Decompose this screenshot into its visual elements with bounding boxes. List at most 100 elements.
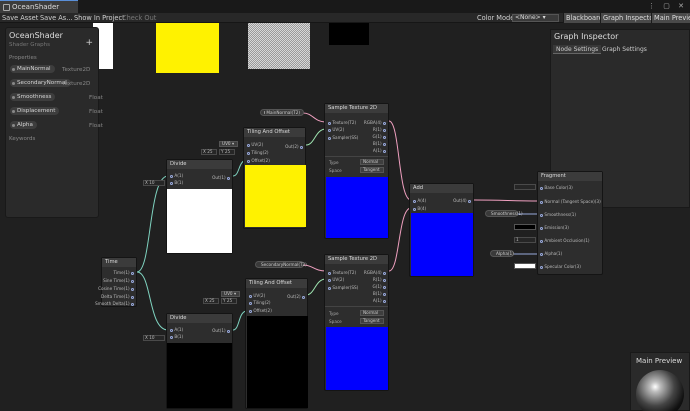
fragment-node[interactable]: Fragment Base Color(3) Normal (Tangent S… <box>537 171 603 275</box>
tiling-offset-node-top[interactable]: Tiling And Offset UV(2) Tiling(2) Offset… <box>243 127 306 229</box>
divide-node-top[interactable]: Divide A(1) B(1) Out(1) <box>166 159 233 254</box>
property-displacement[interactable]: Displacement <box>10 107 60 115</box>
type-select[interactable]: Normal <box>360 310 384 316</box>
port-offset[interactable]: Offset(2) <box>247 158 270 163</box>
port-out[interactable]: Out(2) <box>287 294 305 299</box>
port-dot-icon <box>328 278 331 282</box>
tab-oceanshader[interactable]: OceanShader <box>0 0 78 13</box>
port-a[interactable]: A(1) <box>170 173 183 178</box>
secondarynormal-property-pill[interactable]: SecondaryNormal(T2) <box>255 261 307 268</box>
type-select[interactable]: Normal <box>360 159 384 165</box>
sample-texture-node-bottom[interactable]: Sample Texture 2D Texture(T2) UV(2) Samp… <box>324 254 389 391</box>
port-r[interactable]: R(1) <box>373 127 386 132</box>
property-mainnormal[interactable]: MainNormal <box>10 65 55 73</box>
blackboard-toggle[interactable]: Blackboard <box>563 13 605 23</box>
port-r[interactable]: R(1) <box>373 277 386 282</box>
uv-channel-select[interactable]: UV0 ▾ <box>219 141 238 147</box>
tiling-x-input[interactable]: X 25 <box>203 298 219 304</box>
port-uv[interactable]: UV(2) <box>247 142 263 147</box>
tab-node-settings[interactable]: Node Settings <box>553 45 602 54</box>
port-rgba[interactable]: RGBA(4) <box>364 270 386 275</box>
port-label: Out(1) <box>212 175 226 180</box>
port-texture[interactable]: Texture(T2) <box>328 270 356 275</box>
main-preview-toggle[interactable]: Main Preview <box>651 13 690 23</box>
smoothness-property-pill[interactable]: Smoothness(1) <box>485 210 523 217</box>
port-offset[interactable]: Offset(2) <box>249 308 272 313</box>
show-in-project-button[interactable]: Show In Project <box>74 13 125 23</box>
time-node[interactable]: Time Time(1) Sine Time(1) Cosine Time(1)… <box>95 257 137 307</box>
divide-node-bottom[interactable]: Divide A(1) B(1) Out(1) <box>166 313 233 409</box>
mainnormal-property-pill[interactable]: MainNormal(T2) <box>260 109 304 116</box>
port-b[interactable]: B(1) <box>170 180 183 185</box>
color-mode-select[interactable]: <None> ▾ <box>512 14 559 22</box>
alpha-property-pill[interactable]: Alpha(1) <box>490 250 514 257</box>
space-select[interactable]: Tangent <box>360 167 384 173</box>
port-b[interactable]: B(4) <box>413 206 426 211</box>
port-sampler[interactable]: Sampler(SS) <box>328 285 358 290</box>
base-color-input[interactable] <box>514 184 536 190</box>
type-label: Type <box>329 311 339 316</box>
port-emission[interactable]: Emission(3) <box>540 225 569 230</box>
save-asset-button[interactable]: Save Asset <box>2 13 38 23</box>
port-uv[interactable]: UV(2) <box>328 277 344 282</box>
uv-channel-value: UV0 <box>222 141 231 146</box>
port-base-color[interactable]: Base Color(3) <box>540 185 573 190</box>
specular-color-swatch[interactable] <box>514 263 536 269</box>
add-node[interactable]: Add A(4) B(4) Out(4) <box>409 183 474 277</box>
graph-inspector-toggle[interactable]: Graph Inspector <box>600 13 659 23</box>
port-cosine-time[interactable]: Cosine Time(1) <box>98 286 134 291</box>
tiling-x-input[interactable]: X 25 <box>201 149 217 155</box>
port-out[interactable]: Out(2) <box>285 144 303 149</box>
preview-black-partial <box>329 23 369 45</box>
add-property-button[interactable]: + <box>85 38 93 48</box>
port-normal[interactable]: Normal (Tangent Space)(3) <box>540 199 601 204</box>
port-texture[interactable]: Texture(T2) <box>328 120 356 125</box>
check-out-button[interactable]: Check Out <box>122 13 156 23</box>
port-dot-icon <box>227 329 230 333</box>
port-time[interactable]: Time(1) <box>113 270 134 275</box>
port-g[interactable]: G(1) <box>372 284 386 289</box>
port-a[interactable]: A(1) <box>170 327 183 332</box>
pill-label: MainNormal(T2) <box>266 110 300 115</box>
port-smooth-delta[interactable]: Smooth Delta(1) <box>95 301 134 306</box>
window-controls-icon[interactable]: ⋮ ▢ ✕ <box>648 2 687 10</box>
port-specular-color[interactable]: Specular Color(3) <box>540 264 581 269</box>
property-alpha[interactable]: Alpha <box>10 121 37 129</box>
port-a[interactable]: A(4) <box>413 198 426 203</box>
emission-color-swatch[interactable] <box>514 224 536 230</box>
space-select[interactable]: Tangent <box>360 318 384 324</box>
tiling-y-input[interactable]: Y 25 <box>221 298 237 304</box>
port-rgba[interactable]: RGBA(4) <box>364 120 386 125</box>
port-uv[interactable]: UV(2) <box>328 127 344 132</box>
port-g[interactable]: G(1) <box>372 134 386 139</box>
port-tiling[interactable]: Tiling(2) <box>247 150 269 155</box>
port-sine-time[interactable]: Sine Time(1) <box>103 278 134 283</box>
tab-graph-settings[interactable]: Graph Settings <box>599 45 650 54</box>
port-a[interactable]: A(1) <box>373 148 386 153</box>
port-tiling[interactable]: Tiling(2) <box>249 300 271 305</box>
port-sampler[interactable]: Sampler(SS) <box>328 135 358 140</box>
divide-b-input[interactable]: X 10 <box>143 180 165 186</box>
ambient-occlusion-input[interactable]: 1 <box>514 237 536 243</box>
property-smoothness[interactable]: Smoothness <box>10 93 56 101</box>
port-out[interactable]: Out(1) <box>212 175 230 180</box>
port-a[interactable]: A(1) <box>373 298 386 303</box>
port-b[interactable]: B(1) <box>373 291 386 296</box>
port-out[interactable]: Out(1) <box>212 328 230 333</box>
port-b[interactable]: B(1) <box>373 141 386 146</box>
port-b[interactable]: B(1) <box>170 334 183 339</box>
tiling-y-input[interactable]: Y 25 <box>219 149 235 155</box>
port-smoothness[interactable]: Smoothness(1) <box>540 212 576 217</box>
divide-b-input[interactable]: X 10 <box>143 335 165 341</box>
port-alpha[interactable]: Alpha(1) <box>540 251 562 256</box>
uv-channel-select[interactable]: UV0 ▾ <box>221 291 240 297</box>
preview-sphere[interactable] <box>636 370 684 411</box>
tiling-offset-node-bottom[interactable]: Tiling And Offset UV(2) Tiling(2) Offset… <box>245 278 308 409</box>
sample-texture-node-top[interactable]: Sample Texture 2D Texture(T2) UV(2) Samp… <box>324 103 389 239</box>
save-as-button[interactable]: Save As... <box>40 13 73 23</box>
port-delta-time[interactable]: Delta Time(1) <box>101 294 134 299</box>
port-out[interactable]: Out(4) <box>453 198 471 203</box>
port-uv[interactable]: UV(2) <box>249 293 265 298</box>
port-ambient-occlusion[interactable]: Ambient Occlusion(1) <box>540 238 590 243</box>
preview-noise-partial <box>248 23 310 69</box>
